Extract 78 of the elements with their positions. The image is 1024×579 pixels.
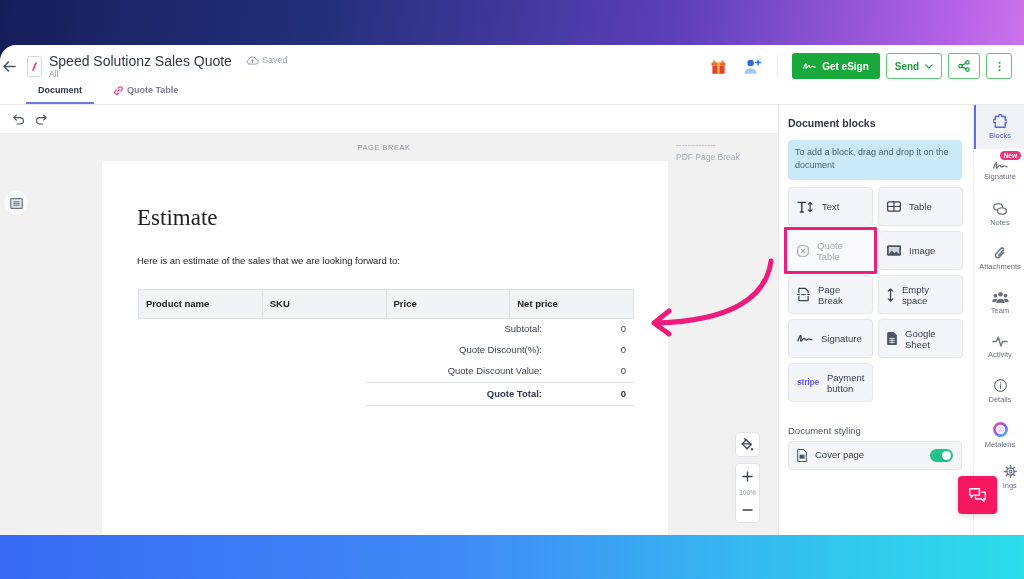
share-icon (958, 60, 970, 72)
block-item[interactable]: Empty space (878, 275, 963, 314)
document-icon (27, 55, 42, 77)
list-toggle-button[interactable] (4, 191, 28, 215)
summary-label: Quote Discount(%): (459, 343, 542, 358)
sheet-icon (887, 332, 897, 345)
block-item[interactable]: Google Sheet (878, 319, 963, 358)
chat-button[interactable] (958, 476, 997, 514)
minus-icon (742, 509, 753, 511)
payment-logo: stripe (797, 377, 819, 388)
redo-icon (36, 113, 47, 125)
page-break-marker: PDF Page Break (676, 151, 741, 163)
paperclip-icon (995, 247, 1005, 259)
summary-label: Subtotal: (504, 322, 542, 337)
pulse-icon (992, 335, 1008, 347)
option-label: Cover page (815, 448, 865, 463)
link-icon (114, 86, 123, 95)
block-item[interactable]: Table (878, 187, 963, 226)
signature-icon (797, 335, 813, 342)
vertical-arrows-icon (887, 287, 894, 302)
back-arrow-icon (3, 60, 16, 72)
chat-icon (969, 488, 986, 502)
section-title: Document styling (788, 424, 862, 437)
text-size-icon (797, 200, 814, 213)
folder-label: All (49, 68, 59, 80)
column-header: Product name (138, 289, 263, 319)
hint-message: To add a block, drag and drop it on the document (788, 140, 962, 180)
chevron-down-icon (925, 63, 934, 69)
send-button[interactable]: Send (886, 53, 942, 79)
share-button[interactable] (948, 53, 980, 79)
block-item[interactable]: Image (878, 231, 963, 270)
toggle-switch[interactable] (930, 449, 953, 462)
tab[interactable]: Quote Table (102, 79, 191, 104)
get-esign-button[interactable]: Get eSign (792, 53, 880, 79)
ring-icon (992, 421, 1008, 437)
tab[interactable]: Document (26, 79, 94, 104)
cloud-icon (245, 56, 259, 65)
undo-icon (13, 113, 24, 125)
plus-icon (742, 470, 753, 482)
save-status: Saved (261, 53, 288, 67)
block-item[interactable]: Page Break (788, 275, 873, 314)
signature-icon (992, 161, 1008, 169)
document-heading: Estimate (137, 205, 219, 231)
image-document-icon (797, 449, 807, 462)
chat-bubbles-icon (993, 203, 1007, 215)
document-title: Speed Solutionz Sales Quote (49, 52, 232, 69)
column-header: Price (385, 289, 511, 319)
block-item[interactable]: Text (788, 187, 873, 226)
signature-icon (803, 63, 817, 69)
puzzle-icon (993, 114, 1007, 128)
list-icon (9, 197, 23, 209)
column-header: Net price (509, 289, 634, 319)
undo-button[interactable] (13, 113, 24, 125)
back-button[interactable] (3, 60, 16, 72)
summary-value: 0 (619, 386, 627, 401)
page-break-marker: -------------- (676, 139, 717, 151)
redo-button[interactable] (36, 113, 47, 125)
summary-value: 0 (619, 322, 627, 337)
cross-square-icon (797, 244, 809, 257)
image-icon (887, 245, 901, 256)
gift-icon[interactable] (711, 58, 726, 74)
summary-value: 0 (619, 343, 627, 358)
add-user-icon[interactable] (744, 58, 761, 74)
table-icon (887, 201, 901, 212)
paint-bucket-icon (741, 438, 754, 451)
more-icon (997, 60, 1001, 72)
summary-value: 0 (619, 364, 627, 379)
fill-style-button[interactable] (735, 432, 760, 457)
summary-label: Quote Discount Value: (447, 364, 542, 379)
column-header: SKU (261, 289, 387, 319)
settings-icon (1003, 465, 1017, 478)
panel-title: Document blocks (788, 116, 877, 130)
page-break-icon (797, 287, 810, 302)
summary-label: Quote Total: (486, 386, 542, 401)
intro-text: Here is an estimate of the sales that we are looking forward to: (137, 255, 401, 267)
info-icon (993, 378, 1007, 392)
block-item[interactable]: Signature (788, 319, 873, 358)
people-icon (991, 291, 1009, 303)
